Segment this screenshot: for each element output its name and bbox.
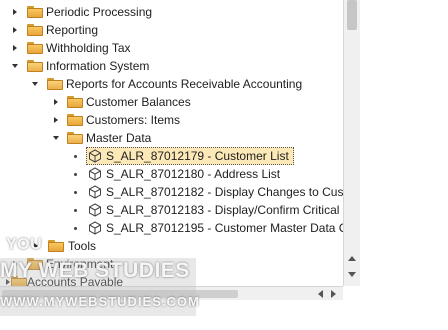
tree-node-tools[interactable]: Tools xyxy=(0,237,300,255)
tree-node-label: Periodic Processing xyxy=(46,5,153,19)
report-label: S_ALR_87012183 - Display/Confirm Critica… xyxy=(106,203,343,217)
folder-open-icon xyxy=(27,60,43,72)
report-item-address-list[interactable]: S_ALR_87012180 - Address List xyxy=(0,165,343,183)
tree-node-customer-balances[interactable]: Customer Balances xyxy=(0,93,300,111)
collapse-arrow-icon[interactable] xyxy=(12,64,18,68)
tree-node-label: Reports for Accounts Receivable Accounti… xyxy=(66,77,303,91)
folder-icon xyxy=(27,6,43,18)
vertical-scroll-thumb[interactable] xyxy=(347,0,357,30)
bullet-icon xyxy=(74,155,77,158)
bullet-icon xyxy=(74,191,77,194)
scroll-down-arrow-icon[interactable] xyxy=(348,272,356,277)
report-label: S_ALR_87012195 - Customer Master Data C xyxy=(106,221,343,235)
tree-node-label: Customer Balances xyxy=(86,95,191,109)
tree-node-master-data[interactable]: Master Data xyxy=(0,129,300,147)
folder-open-icon xyxy=(67,132,83,144)
report-item-display-confirm[interactable]: S_ALR_87012183 - Display/Confirm Critica… xyxy=(0,201,343,219)
expand-arrow-icon[interactable] xyxy=(13,9,17,15)
expand-arrow-icon[interactable] xyxy=(13,45,17,51)
content-pane xyxy=(360,0,448,330)
transaction-cube-icon xyxy=(89,203,101,217)
tree-node-label: Customers: Items xyxy=(86,113,181,127)
expand-arrow-icon[interactable] xyxy=(54,117,58,123)
report-label: S_ALR_87012179 - Customer List xyxy=(106,149,289,163)
transaction-cube-icon xyxy=(89,149,101,163)
expand-arrow-icon[interactable] xyxy=(13,27,17,33)
folder-icon xyxy=(67,96,83,108)
bullet-icon xyxy=(74,173,77,176)
tree-node-reporting[interactable]: Reporting xyxy=(0,21,300,39)
folder-icon xyxy=(27,42,43,54)
watermark-line-3: WWW.MYWEBSTUDIES.COM xyxy=(0,294,200,309)
navigation-tree: Periodic Processing Reporting Withholdin… xyxy=(0,0,343,300)
tree-node-reports-ar[interactable]: Reports for Accounts Receivable Accounti… xyxy=(0,75,343,93)
bullet-icon xyxy=(74,209,77,212)
report-label: S_ALR_87012180 - Address List xyxy=(106,167,281,181)
report-item-customer-master-data[interactable]: S_ALR_87012195 - Customer Master Data C xyxy=(0,219,343,237)
report-item-customer-list[interactable]: S_ALR_87012179 - Customer List xyxy=(0,147,343,165)
scroll-right-arrow-icon[interactable] xyxy=(331,290,336,298)
watermark-line-2: MY WEB STUDIES xyxy=(0,259,190,282)
tree-node-information-system[interactable]: Information System xyxy=(0,57,300,75)
tree-node-customers-items[interactable]: Customers: Items xyxy=(0,111,300,129)
expand-arrow-icon[interactable] xyxy=(54,99,58,105)
tree-node-label: Master Data xyxy=(86,131,152,145)
scroll-up-arrow-icon[interactable] xyxy=(348,256,356,261)
tree-node-withholding-tax[interactable]: Withholding Tax xyxy=(0,39,300,57)
transaction-cube-icon xyxy=(89,221,101,235)
report-item-display-changes[interactable]: S_ALR_87012182 - Display Changes to Cust xyxy=(0,183,343,201)
transaction-cube-icon xyxy=(89,185,101,199)
watermark-line-1: YOU xyxy=(6,236,43,253)
report-label: S_ALR_87012182 - Display Changes to Cust xyxy=(106,185,343,199)
collapse-arrow-icon[interactable] xyxy=(32,82,38,86)
vertical-scrollbar[interactable] xyxy=(343,0,360,286)
transaction-cube-icon xyxy=(89,167,101,181)
tree-node-label: Reporting xyxy=(46,23,99,37)
folder-icon xyxy=(48,240,64,252)
tree-node-label: Withholding Tax xyxy=(46,41,131,55)
collapse-arrow-icon[interactable] xyxy=(53,136,59,140)
folder-icon xyxy=(27,24,43,36)
tree-node-label: Information System xyxy=(46,59,150,73)
tree-node-periodic-processing[interactable]: Periodic Processing xyxy=(0,3,300,21)
folder-icon xyxy=(67,114,83,126)
scroll-left-arrow-icon[interactable] xyxy=(318,290,323,298)
bullet-icon xyxy=(74,227,77,230)
folder-open-icon xyxy=(47,78,63,90)
tree-node-label: Tools xyxy=(68,239,97,253)
